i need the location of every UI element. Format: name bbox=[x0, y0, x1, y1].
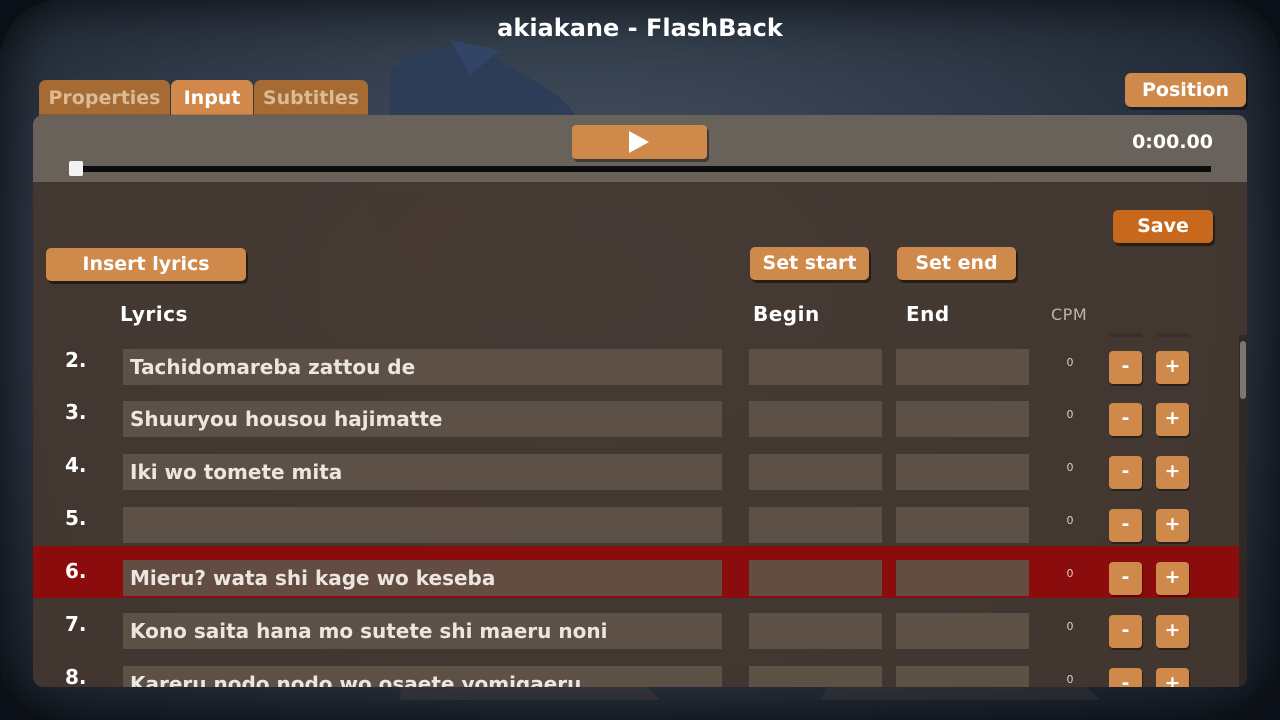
cpm-value: 0 bbox=[1066, 408, 1074, 421]
add-line-button[interactable]: + bbox=[1156, 351, 1189, 384]
begin-field[interactable] bbox=[749, 454, 882, 490]
begin-field[interactable] bbox=[749, 613, 882, 649]
begin-field[interactable] bbox=[749, 560, 882, 596]
row-number: 3. bbox=[65, 400, 87, 424]
end-field[interactable] bbox=[896, 666, 1029, 687]
begin-field[interactable] bbox=[749, 349, 882, 385]
lyric-row[interactable]: 2. Tachidomareba zattou de 0 - + bbox=[33, 335, 1239, 387]
insert-lyrics-button[interactable]: Insert lyrics bbox=[46, 248, 246, 281]
input-panel: 0:00.00 Save Insert lyrics Set start Set… bbox=[33, 115, 1247, 687]
lyric-field[interactable]: Kono saita hana mo sutete shi maeru noni bbox=[123, 613, 722, 649]
lyric-field[interactable]: Kareru nodo nodo wo osaete yomigaeru bbox=[123, 666, 722, 687]
begin-field[interactable] bbox=[749, 401, 882, 437]
column-header-cpm: CPM bbox=[1051, 305, 1088, 324]
cpm-value: 0 bbox=[1066, 620, 1074, 633]
remove-line-button[interactable]: - bbox=[1109, 615, 1142, 648]
lyric-row[interactable]: 4. Iki wo tomete mita 0 - + bbox=[33, 440, 1239, 492]
window-title: akiakane - FlashBack bbox=[497, 14, 783, 42]
player-bar: 0:00.00 bbox=[33, 115, 1247, 182]
end-field[interactable] bbox=[896, 401, 1029, 437]
end-field[interactable] bbox=[896, 613, 1029, 649]
tab-properties[interactable]: Properties bbox=[39, 80, 170, 116]
add-line-button[interactable]: + bbox=[1156, 456, 1189, 489]
remove-line-button[interactable]: - bbox=[1109, 456, 1142, 489]
end-field[interactable] bbox=[896, 454, 1029, 490]
seek-bar[interactable] bbox=[71, 166, 1211, 172]
lyrics-scrollbar[interactable] bbox=[1239, 335, 1247, 687]
row-number: 6. bbox=[65, 559, 87, 583]
lyrics-list: 2. Tachidomareba zattou de 0 - + 3. Shuu… bbox=[33, 335, 1247, 687]
lyric-row[interactable]: 5. 0 - + bbox=[33, 493, 1239, 545]
add-line-button[interactable]: + bbox=[1156, 668, 1189, 687]
column-header-begin: Begin bbox=[753, 302, 820, 326]
add-line-button[interactable]: + bbox=[1156, 403, 1189, 436]
column-header-end: End bbox=[906, 302, 950, 326]
row-number: 4. bbox=[65, 453, 87, 477]
cpm-value: 0 bbox=[1066, 356, 1074, 369]
remove-line-button[interactable]: - bbox=[1109, 668, 1142, 687]
time-display: 0:00.00 bbox=[1132, 131, 1213, 153]
remove-line-button[interactable]: - bbox=[1109, 562, 1142, 595]
lyric-row[interactable]: 8. Kareru nodo nodo wo osaete yomigaeru … bbox=[33, 652, 1239, 687]
lyric-row-selected[interactable]: 6. Mieru? wata shi kage wo keseba 0 - + bbox=[33, 546, 1239, 598]
begin-field[interactable] bbox=[749, 666, 882, 687]
set-start-button[interactable]: Set start bbox=[750, 247, 869, 280]
add-line-button[interactable]: + bbox=[1156, 509, 1189, 542]
play-icon bbox=[629, 131, 649, 153]
row-number: 5. bbox=[65, 506, 87, 530]
add-line-button[interactable]: + bbox=[1156, 562, 1189, 595]
row-number: 8. bbox=[65, 665, 87, 687]
add-line-button[interactable]: + bbox=[1156, 615, 1189, 648]
play-button[interactable] bbox=[572, 125, 707, 159]
cpm-value: 0 bbox=[1066, 673, 1074, 686]
lyric-field[interactable]: Iki wo tomete mita bbox=[123, 454, 722, 490]
cpm-value: 0 bbox=[1066, 461, 1074, 474]
cpm-value: 0 bbox=[1066, 514, 1074, 527]
lyric-field[interactable]: Shuuryou housou hajimatte bbox=[123, 401, 722, 437]
save-button[interactable]: Save bbox=[1113, 210, 1213, 243]
tab-input[interactable]: Input bbox=[171, 80, 253, 116]
end-field[interactable] bbox=[896, 507, 1029, 543]
lyric-row[interactable]: 7. Kono saita hana mo sutete shi maeru n… bbox=[33, 599, 1239, 651]
remove-line-button[interactable]: - bbox=[1109, 351, 1142, 384]
seek-handle[interactable] bbox=[69, 161, 83, 176]
lyric-field[interactable] bbox=[123, 507, 722, 543]
remove-line-button[interactable]: - bbox=[1109, 403, 1142, 436]
app-window: akiakane - FlashBack Properties Input Su… bbox=[0, 0, 1280, 720]
row-number: 7. bbox=[65, 612, 87, 636]
begin-field[interactable] bbox=[749, 507, 882, 543]
column-header-lyrics: Lyrics bbox=[120, 302, 188, 326]
lyric-field[interactable]: Tachidomareba zattou de bbox=[123, 349, 722, 385]
remove-line-button[interactable]: - bbox=[1109, 509, 1142, 542]
lyric-field[interactable]: Mieru? wata shi kage wo keseba bbox=[123, 560, 722, 596]
lyric-row[interactable]: 3. Shuuryou housou hajimatte 0 - + bbox=[33, 387, 1239, 439]
scrollbar-thumb[interactable] bbox=[1240, 341, 1246, 399]
set-end-button[interactable]: Set end bbox=[897, 247, 1016, 280]
position-button[interactable]: Position bbox=[1125, 73, 1246, 107]
row-number: 2. bbox=[65, 348, 87, 372]
cpm-value: 0 bbox=[1066, 567, 1074, 580]
tab-subtitles[interactable]: Subtitles bbox=[254, 80, 368, 116]
end-field[interactable] bbox=[896, 349, 1029, 385]
end-field[interactable] bbox=[896, 560, 1029, 596]
